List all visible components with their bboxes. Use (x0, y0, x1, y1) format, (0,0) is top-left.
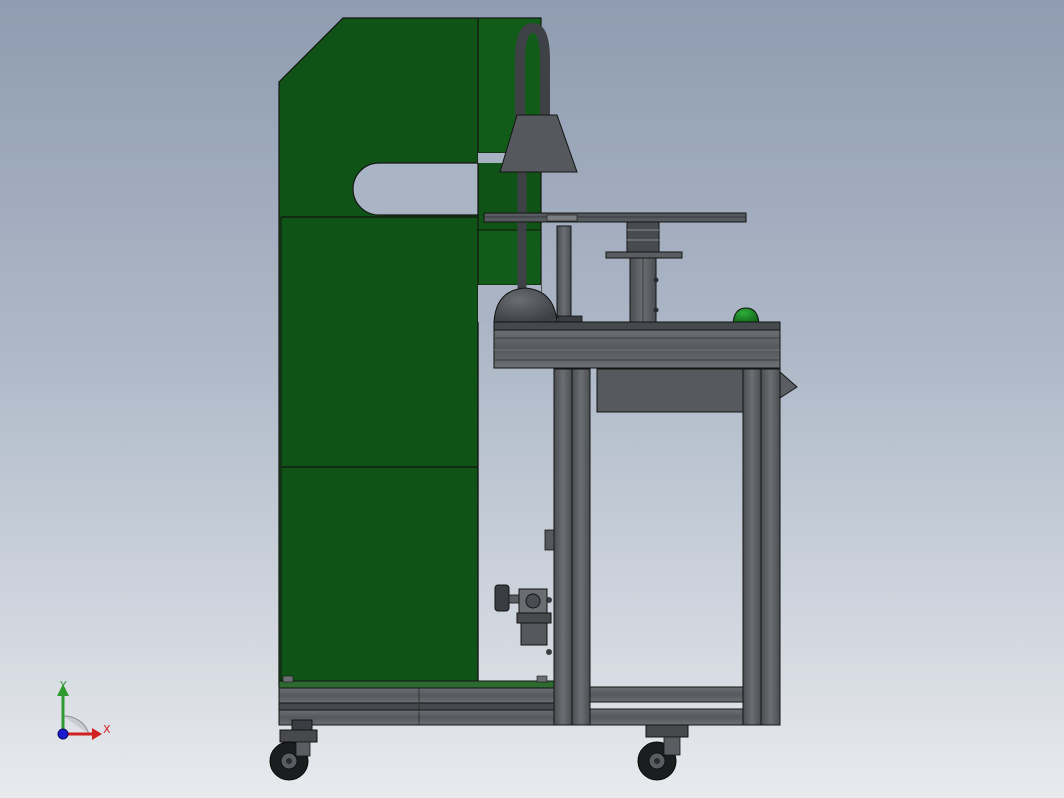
pressure-regulator[interactable] (494, 584, 552, 646)
triad-axes (57, 684, 102, 740)
x-axis-arrowhead (92, 728, 102, 740)
y-axis-label: Y (60, 679, 67, 692)
z-axis-dot (57, 728, 69, 740)
x-axis-label: X (103, 723, 111, 736)
caster-wheel-left[interactable] (269, 719, 318, 781)
caster-wheel-right[interactable] (637, 724, 689, 781)
cad-viewport[interactable]: Y X (0, 0, 1064, 798)
cad-model-view[interactable] (0, 0, 1064, 798)
orientation-triad: Y X (40, 672, 130, 752)
